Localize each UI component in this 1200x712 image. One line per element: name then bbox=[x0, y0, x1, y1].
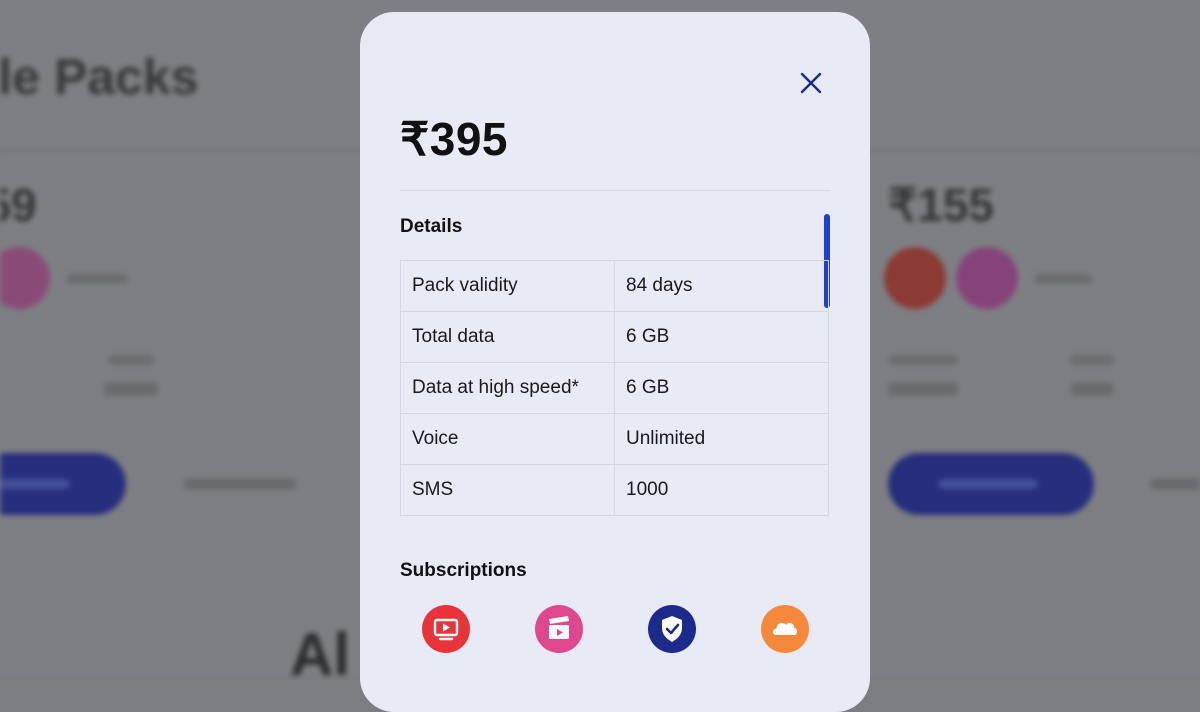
detail-label: Total data bbox=[400, 311, 615, 363]
background-right-icon-2 bbox=[956, 247, 1018, 309]
details-table: Pack validity 84 days Total data 6 GB Da… bbox=[400, 260, 829, 516]
cloud-icon[interactable] bbox=[761, 605, 809, 653]
table-row: Pack validity 84 days bbox=[400, 260, 829, 312]
detail-value: 1000 bbox=[614, 464, 829, 516]
background-right-button bbox=[888, 453, 1094, 515]
background-left-price: 359 bbox=[0, 179, 37, 231]
tv-play-icon[interactable] bbox=[422, 605, 470, 653]
background-placeholder bbox=[1070, 355, 1114, 365]
detail-label: Pack validity bbox=[400, 260, 615, 312]
background-placeholder bbox=[108, 355, 154, 365]
detail-label: Voice bbox=[400, 413, 615, 465]
detail-value: Unlimited bbox=[614, 413, 829, 465]
background-placeholder bbox=[66, 274, 128, 284]
background-right-icon-1 bbox=[884, 247, 946, 309]
clapperboard-icon[interactable] bbox=[535, 605, 583, 653]
close-button[interactable] bbox=[794, 66, 828, 100]
background-placeholder bbox=[1070, 382, 1114, 396]
background-right-price: ₹155 bbox=[888, 179, 995, 231]
details-title: Details bbox=[400, 216, 463, 237]
pack-details-modal: ₹395 Details Pack validity 84 days Total… bbox=[360, 12, 870, 712]
background-placeholder bbox=[888, 382, 958, 396]
background-placeholder bbox=[1034, 274, 1092, 284]
detail-value: 6 GB bbox=[614, 311, 829, 363]
table-row: Voice Unlimited bbox=[400, 413, 829, 465]
price-divider bbox=[400, 190, 830, 191]
subscriptions-title: Subscriptions bbox=[400, 560, 527, 581]
detail-label: Data at high speed* bbox=[400, 362, 615, 414]
background-placeholder bbox=[104, 382, 158, 396]
table-row: Total data 6 GB bbox=[400, 311, 829, 363]
background-placeholder bbox=[184, 478, 296, 490]
background-heading: rdable Packs bbox=[0, 49, 199, 105]
table-row: SMS 1000 bbox=[400, 464, 829, 516]
detail-value: 84 days bbox=[614, 260, 829, 312]
detail-value: 6 GB bbox=[614, 362, 829, 414]
background-left-button bbox=[0, 453, 126, 515]
shield-check-icon[interactable] bbox=[648, 605, 696, 653]
background-placeholder bbox=[888, 355, 958, 365]
table-row: Data at high speed* 6 GB bbox=[400, 362, 829, 414]
close-icon bbox=[800, 72, 822, 94]
subscriptions-list bbox=[422, 605, 812, 655]
background-placeholder bbox=[1150, 478, 1200, 490]
pack-price: ₹395 bbox=[400, 113, 509, 165]
background-left-icon bbox=[0, 247, 50, 309]
detail-label: SMS bbox=[400, 464, 615, 516]
